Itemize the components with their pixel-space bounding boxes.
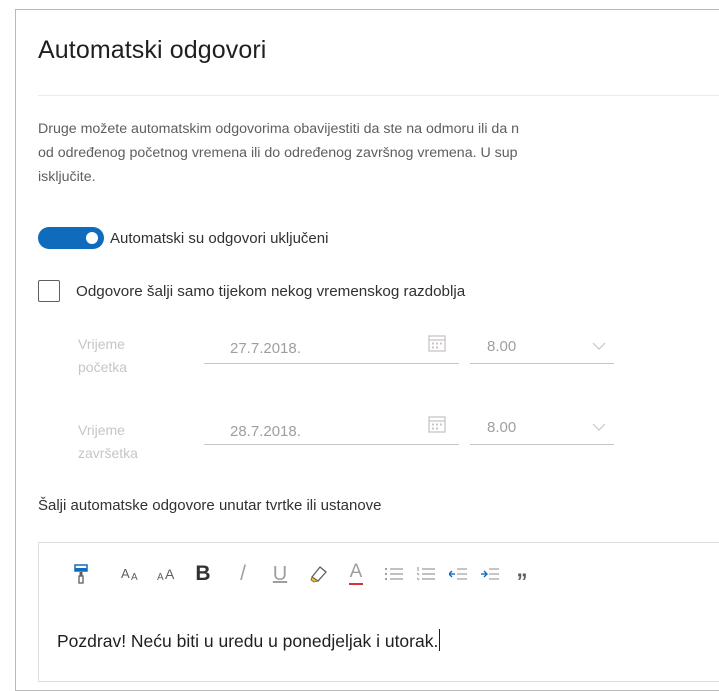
italic-icon[interactable]: / [233, 559, 253, 589]
end-time-label-line: završetka [78, 445, 138, 461]
quote-icon[interactable]: ” [513, 559, 531, 597]
auto-reply-toggle-label: Automatski su odgovori uključeni [110, 229, 329, 247]
message-text[interactable]: Pozdrav! Neću biti u uredu u ponedjeljak… [57, 629, 441, 652]
start-time-label-line: Vrijeme [78, 336, 125, 352]
start-date-field[interactable]: 27.7.2018. [204, 333, 459, 364]
format-painter-icon[interactable] [69, 559, 93, 589]
chevron-down-icon [592, 342, 606, 350]
description-line: od određenog početnog vremena ili do odr… [38, 145, 518, 161]
start-time-dropdown[interactable]: 8.00 [470, 333, 614, 364]
divider [38, 95, 719, 96]
calendar-icon[interactable] [427, 333, 447, 353]
auto-reply-toggle[interactable] [38, 227, 104, 249]
message-text-content: Pozdrav! Neću biti u uredu u ponedjeljak… [57, 631, 439, 651]
formatting-toolbar: A A A A B / U A ” [39, 543, 719, 607]
calendar-icon[interactable] [427, 414, 447, 434]
increase-indent-icon[interactable] [479, 559, 501, 589]
message-editor[interactable]: A A A A B / U A ” Pozdrav! Neću biti u u… [38, 542, 719, 682]
font-color-bar [349, 583, 363, 585]
end-time-label: Vrijeme završetka [78, 419, 138, 465]
end-date-field[interactable]: 28.7.2018. [204, 414, 459, 445]
svg-text:A: A [165, 566, 175, 582]
underline-icon[interactable]: U [269, 559, 291, 589]
font-color-glyph: A [349, 561, 363, 582]
time-period-row: Odgovore šalji samo tijekom nekog vremen… [38, 277, 465, 305]
numbering-icon[interactable] [415, 559, 437, 589]
end-date-value: 28.7.2018. [230, 423, 301, 440]
font-size-increase-icon[interactable]: A A [155, 559, 181, 589]
time-period-checkbox-label: Odgovore šalji samo tijekom nekog vremen… [76, 282, 466, 300]
page-title: Automatski odgovori [38, 36, 267, 64]
end-time-dropdown[interactable]: 8.00 [470, 414, 614, 445]
auto-reply-toggle-row: Automatski su odgovori uključeni [38, 223, 328, 253]
bold-icon[interactable]: B [191, 559, 215, 589]
time-period-checkbox[interactable] [38, 280, 60, 302]
start-time-label-line: početka [78, 359, 128, 375]
chevron-down-icon [592, 423, 606, 431]
end-time-value: 8.00 [487, 419, 517, 436]
description-line: isključite. [38, 169, 96, 185]
end-time-label-line: Vrijeme [78, 422, 125, 438]
svg-text:A: A [121, 566, 130, 581]
start-time-value: 8.00 [487, 338, 517, 355]
font-size-decrease-icon[interactable]: A A [119, 559, 145, 589]
text-caret [439, 629, 441, 651]
description: Druge možete automatskim odgovorima obav… [38, 117, 719, 189]
description-line: Druge možete automatskim odgovorima obav… [38, 121, 520, 137]
inside-org-label: Šalji automatske odgovore unutar tvrtke … [38, 497, 382, 514]
decrease-indent-icon[interactable] [447, 559, 469, 589]
font-color-icon[interactable]: A [345, 559, 367, 589]
start-date-value: 27.7.2018. [230, 340, 301, 357]
bullets-icon[interactable] [383, 559, 405, 589]
toggle-knob [86, 232, 98, 244]
start-time-label: Vrijeme početka [78, 333, 127, 379]
svg-text:A: A [157, 572, 164, 582]
svg-text:A: A [131, 572, 138, 582]
highlight-icon[interactable] [307, 559, 331, 589]
